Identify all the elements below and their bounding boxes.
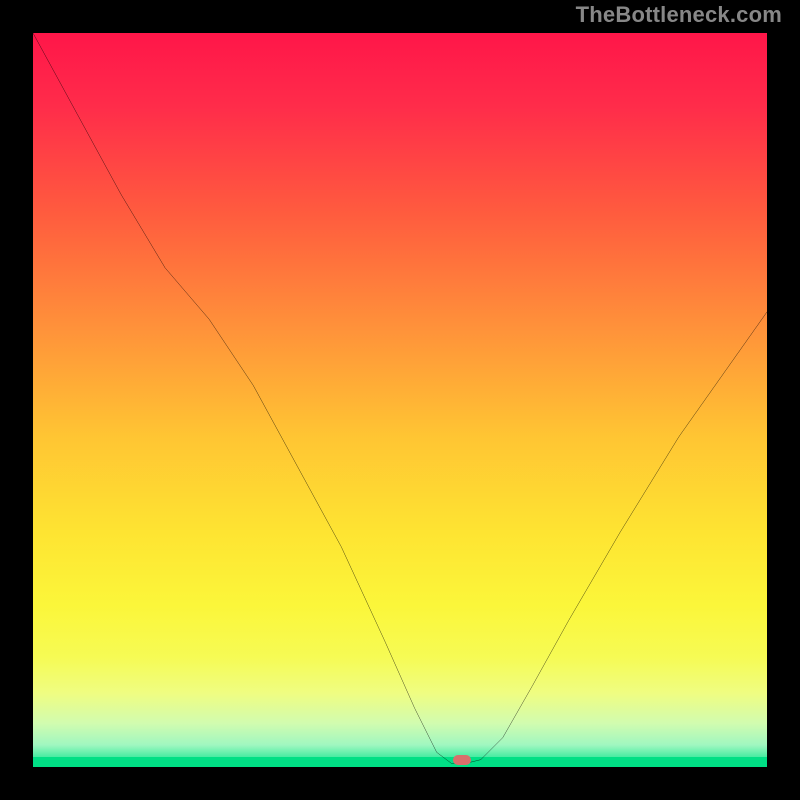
- optimal-point-marker: [453, 755, 471, 765]
- background-gradient: [33, 33, 767, 767]
- chart-frame: TheBottleneck.com: [0, 0, 800, 800]
- plot-area: [33, 33, 767, 767]
- watermark-text: TheBottleneck.com: [576, 2, 782, 28]
- green-baseline-strip: [33, 757, 767, 767]
